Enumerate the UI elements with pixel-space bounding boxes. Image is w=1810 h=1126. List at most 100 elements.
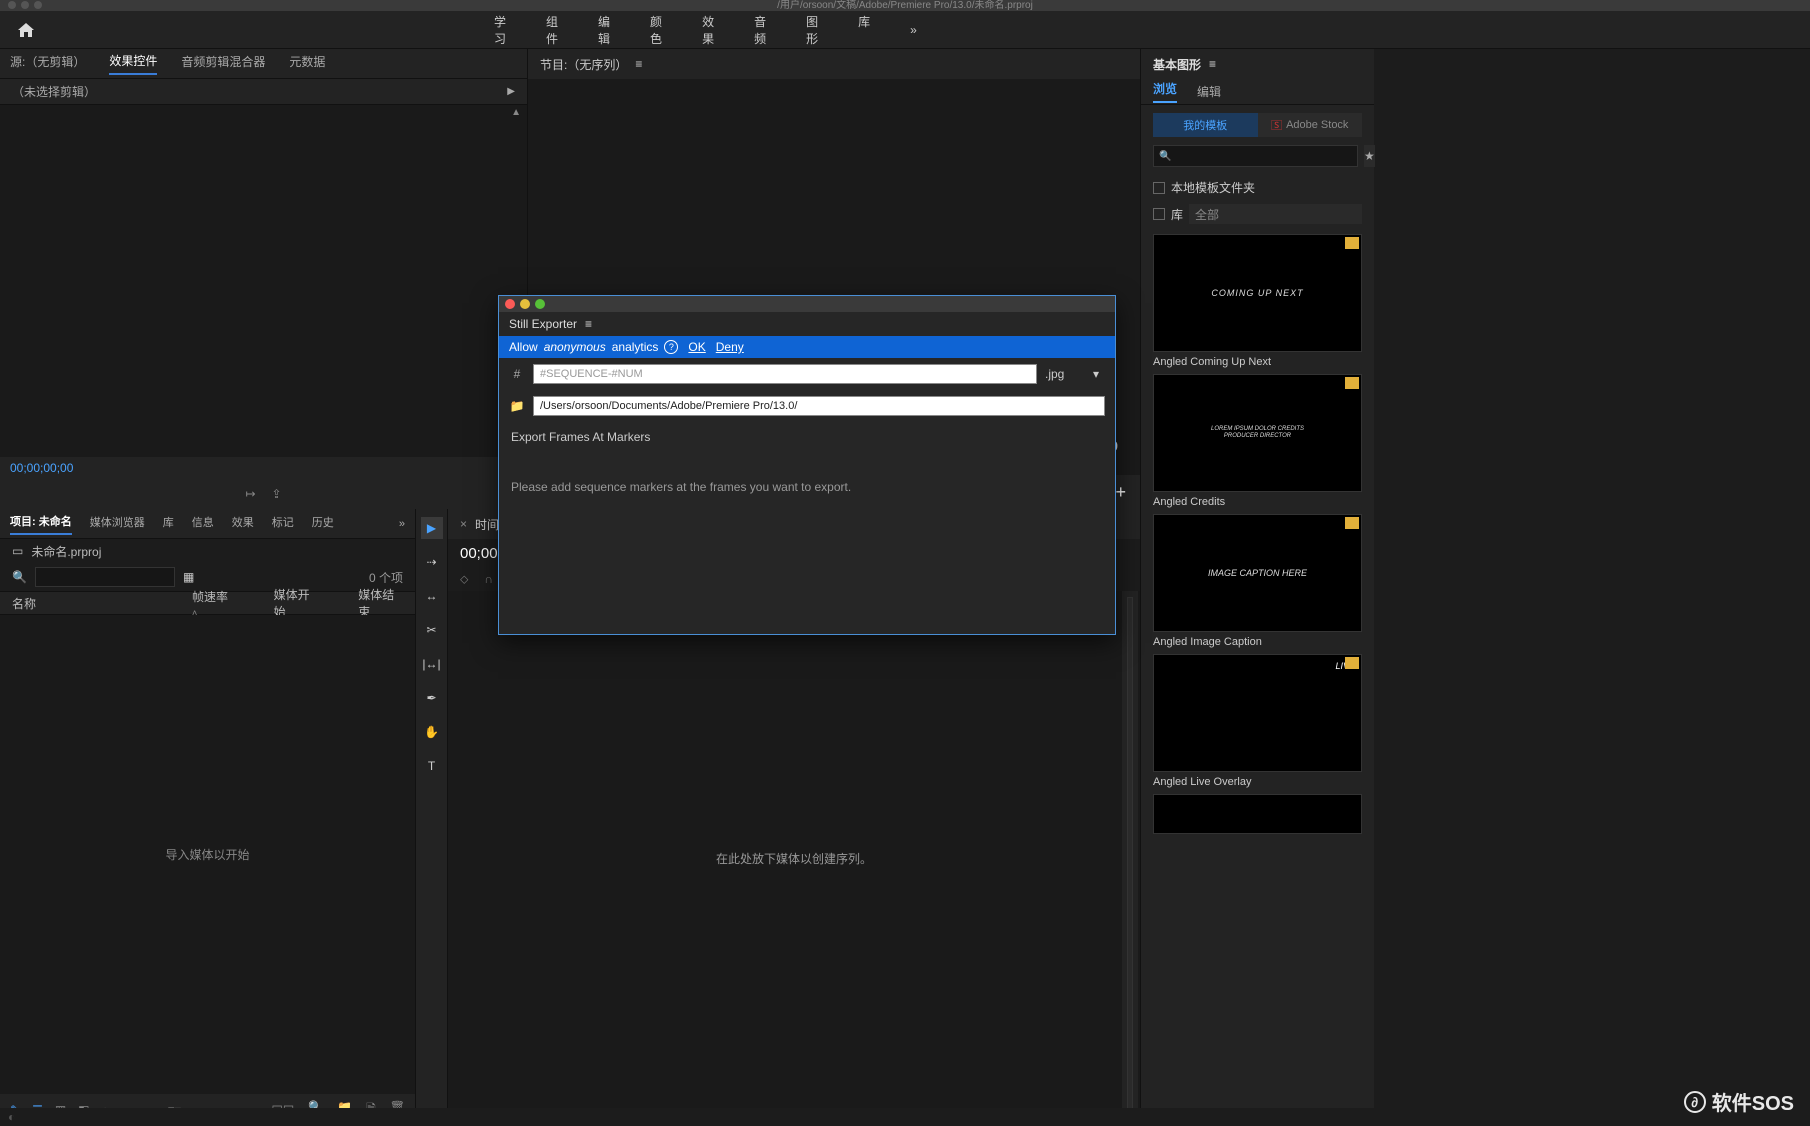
- home-button[interactable]: [18, 18, 34, 42]
- razor-tool[interactable]: ✂: [421, 619, 443, 641]
- min-dot[interactable]: [21, 1, 29, 9]
- watermark-icon: ∂: [1684, 1091, 1706, 1113]
- expand-icon[interactable]: ▲: [511, 107, 521, 118]
- slip-tool[interactable]: |↔|: [421, 653, 443, 675]
- ws-lib[interactable]: 库: [858, 13, 870, 47]
- extension-dropdown-icon[interactable]: ▾: [1093, 367, 1105, 381]
- selection-tool[interactable]: ▶: [421, 517, 443, 539]
- import-hint: 导入媒体以开始: [165, 846, 249, 863]
- project-file-icon: ▭: [12, 544, 23, 558]
- seg-adobe-stock[interactable]: 🅂Adobe Stock: [1258, 113, 1363, 137]
- status-bar: ◐: [0, 1108, 1810, 1126]
- filter-icon[interactable]: ▦: [183, 570, 194, 584]
- close-dot[interactable]: [8, 1, 16, 9]
- ws-overflow-icon[interactable]: »: [910, 23, 917, 37]
- template-caption: Angled Credits: [1153, 496, 1362, 508]
- timeline-drop-area[interactable]: 在此处放下媒体以创建序列。: [448, 591, 1140, 1126]
- essential-graphics-panel: 基本图形 ≡ 浏览 编辑 我的模板 🅂Adobe Stock 🔍 ★ 本地模板文…: [1140, 49, 1374, 1126]
- export-section-label: Export Frames At Markers: [499, 422, 1115, 452]
- snap-icon[interactable]: ∩: [484, 572, 493, 586]
- workspace-bar: 学习 组件 编辑 颜色 效果 音频 图形 库 »: [0, 11, 1810, 49]
- insert-icon[interactable]: ⬦: [460, 572, 468, 587]
- favorite-filter-icon[interactable]: ★: [1364, 145, 1375, 167]
- ws-edit[interactable]: 编辑: [598, 13, 610, 47]
- egp-tab-edit[interactable]: 编辑: [1197, 83, 1221, 100]
- egp-menu-icon[interactable]: ≡: [1209, 57, 1216, 71]
- library-select[interactable]: 全部: [1189, 204, 1362, 224]
- seg-my-templates[interactable]: 我的模板: [1153, 113, 1258, 137]
- track-select-tool[interactable]: ⇢: [421, 551, 443, 573]
- project-search-input[interactable]: [35, 567, 175, 587]
- ws-assembly[interactable]: 组件: [546, 13, 558, 47]
- col-name[interactable]: 名称: [12, 595, 152, 612]
- hand-tool[interactable]: ✋: [421, 721, 443, 743]
- dialog-close-icon[interactable]: [505, 299, 515, 309]
- ws-audio[interactable]: 音频: [754, 13, 766, 47]
- collapse-icon[interactable]: ▶: [507, 86, 515, 97]
- analytics-deny-link[interactable]: Deny: [716, 340, 744, 354]
- ws-learn[interactable]: 学习: [494, 13, 506, 47]
- audio-meter: [1122, 591, 1138, 1126]
- tab-source[interactable]: 源:（无剪辑）: [10, 53, 85, 74]
- ws-effects[interactable]: 效果: [702, 13, 714, 47]
- egp-tab-browse[interactable]: 浏览: [1153, 80, 1177, 103]
- project-drop-area[interactable]: 导入媒体以开始: [0, 615, 415, 1094]
- template-caption: Angled Live Overlay: [1153, 776, 1362, 788]
- tab-effects[interactable]: 效果: [232, 514, 254, 534]
- output-path-input[interactable]: [533, 396, 1105, 416]
- traffic-lights[interactable]: [8, 1, 42, 9]
- dialog-menu-icon[interactable]: ≡: [585, 317, 592, 331]
- tab-libraries[interactable]: 库: [163, 514, 174, 534]
- egp-title[interactable]: 基本图形: [1153, 56, 1201, 73]
- pen-tool[interactable]: ✒: [421, 687, 443, 709]
- export-help-text: Please add sequence markers at the frame…: [499, 452, 1115, 522]
- tab-metadata[interactable]: 元数据: [289, 53, 325, 74]
- tab-audio-mixer[interactable]: 音频剪辑混合器: [181, 53, 265, 74]
- project-tabs-overflow-icon[interactable]: »: [399, 518, 405, 530]
- type-tool[interactable]: T: [421, 755, 443, 777]
- ws-color[interactable]: 颜色: [650, 13, 662, 47]
- tab-info[interactable]: 信息: [192, 514, 214, 534]
- dialog-min-icon[interactable]: [520, 299, 530, 309]
- program-label[interactable]: 节目:（无序列）: [540, 56, 627, 73]
- search-icon: 🔍: [12, 570, 27, 584]
- egp-search-input[interactable]: [1153, 145, 1358, 167]
- mogrt-badge-icon: [1345, 657, 1359, 669]
- template-item[interactable]: LOREM IPSUM DOLOR CREDITSPRODUCER DIRECT…: [1153, 374, 1362, 508]
- filename-pattern-input[interactable]: [533, 364, 1037, 384]
- ripple-tool[interactable]: ↔: [421, 585, 443, 607]
- mogrt-badge-icon: [1345, 517, 1359, 529]
- title-path: /用户/orsoon/文稿/Adobe/Premiere Pro/13.0/未命…: [777, 0, 1033, 11]
- template-item[interactable]: IMAGE CAPTION HERE Angled Image Caption: [1153, 514, 1362, 648]
- tab-history[interactable]: 历史: [312, 514, 334, 534]
- tab-effect-controls[interactable]: 效果控件: [109, 52, 157, 75]
- help-icon[interactable]: ?: [664, 340, 678, 354]
- tab-markers[interactable]: 标记: [272, 514, 294, 534]
- dialog-title: Still Exporter: [509, 317, 577, 331]
- template-item[interactable]: COMING UP NEXT Angled Coming Up Next: [1153, 234, 1362, 368]
- timeline-close-icon[interactable]: ×: [460, 517, 467, 531]
- tab-media-browser[interactable]: 媒体浏览器: [90, 514, 145, 534]
- dialog-max-icon[interactable]: [535, 299, 545, 309]
- effect-controls-header: （未选择剪辑） ▶: [0, 79, 527, 105]
- add-button-icon[interactable]: +: [1115, 482, 1126, 503]
- tab-project[interactable]: 项目: 未命名: [10, 513, 72, 535]
- source-timecode: 00;00;00;00: [0, 457, 527, 479]
- col-rate[interactable]: 帧速率 ˄: [192, 588, 234, 619]
- tool-palette: ▶ ⇢ ↔ ✂ |↔| ✒ ✋ T: [416, 509, 448, 1126]
- template-item[interactable]: LIVE Angled Live Overlay: [1153, 654, 1362, 788]
- dialog-titlebar[interactable]: [499, 296, 1115, 312]
- local-folder-checkbox[interactable]: 本地模板文件夹: [1141, 175, 1374, 200]
- max-dot[interactable]: [34, 1, 42, 9]
- mark-in-icon[interactable]: ↦: [245, 487, 255, 501]
- template-item[interactable]: [1153, 794, 1362, 834]
- ws-graphics[interactable]: 图形: [806, 13, 818, 47]
- timeline-hint: 在此处放下媒体以创建序列。: [716, 850, 872, 867]
- library-checkbox[interactable]: 库 全部: [1141, 200, 1374, 228]
- export-icon[interactable]: ⇪: [272, 487, 282, 501]
- analytics-banner: Allow anonymous analytics ? OK Deny: [499, 336, 1115, 358]
- template-caption: Angled Coming Up Next: [1153, 356, 1362, 368]
- analytics-ok-link[interactable]: OK: [688, 340, 705, 354]
- program-menu-icon[interactable]: ≡: [635, 57, 642, 71]
- folder-icon[interactable]: 📁: [509, 399, 525, 413]
